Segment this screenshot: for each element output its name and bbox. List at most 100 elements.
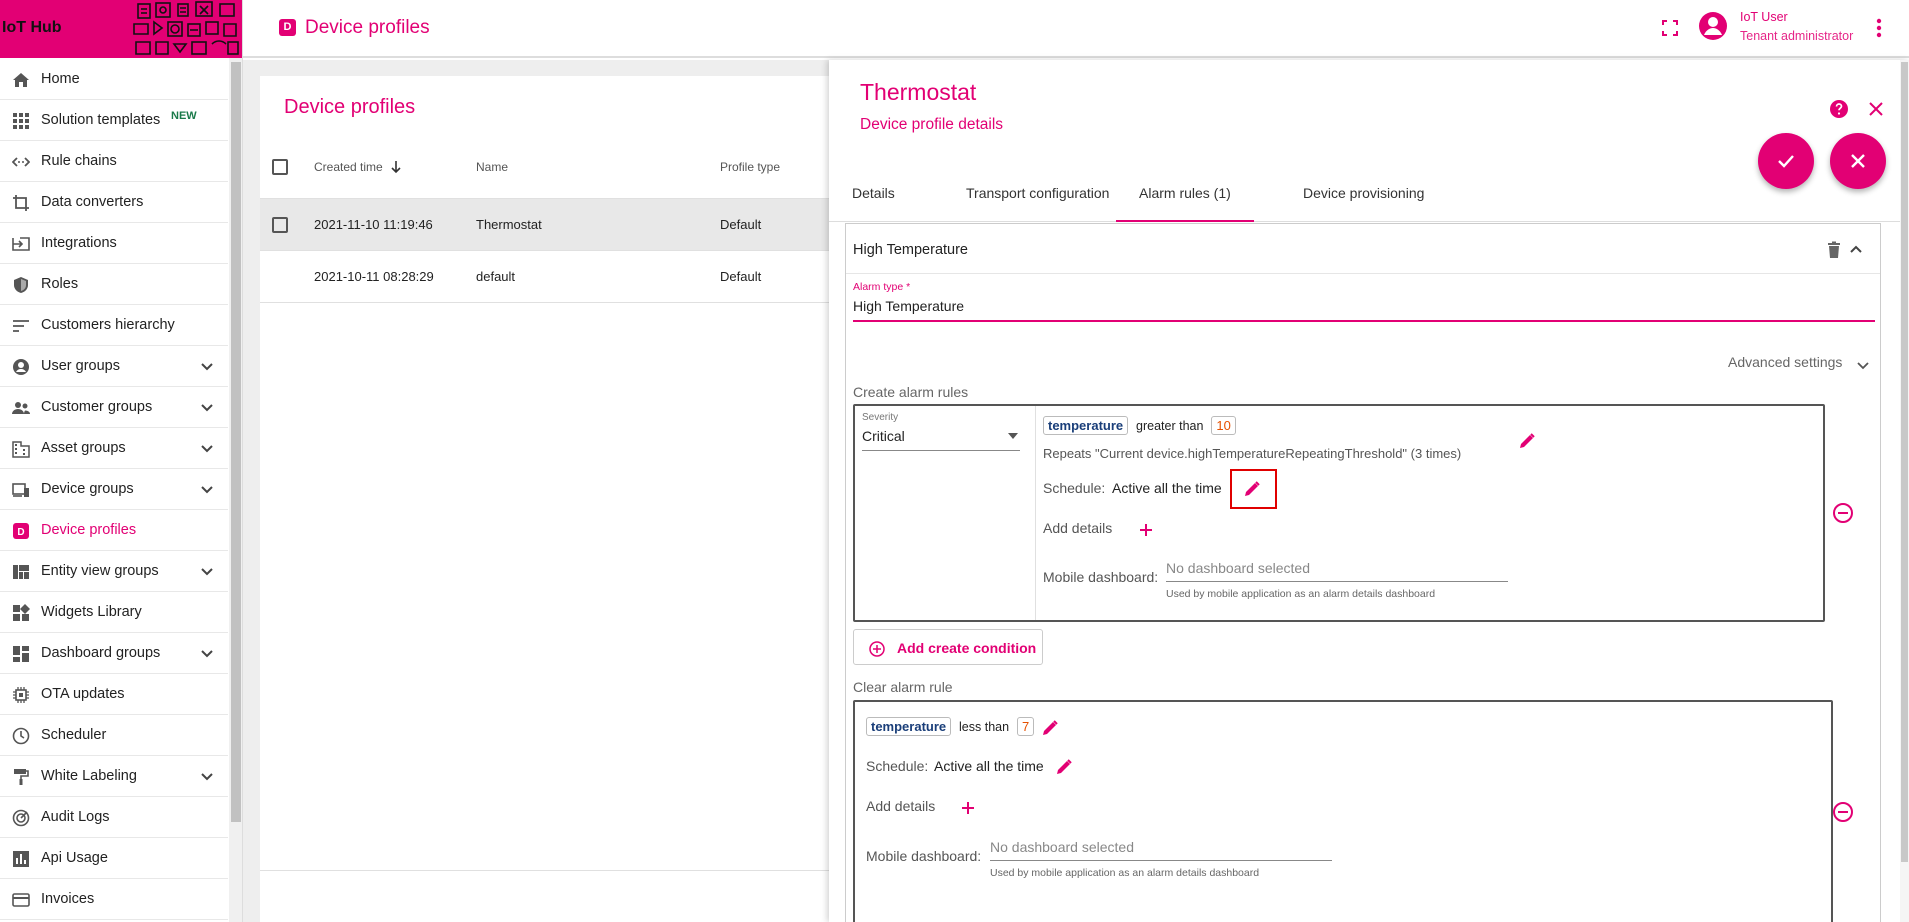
severity-underline bbox=[862, 450, 1020, 451]
alarm-rule-header[interactable]: High Temperature bbox=[846, 224, 1880, 274]
chevron-down-icon[interactable] bbox=[200, 359, 214, 373]
chevron-down-icon[interactable] bbox=[200, 564, 214, 578]
advanced-settings-toggle[interactable]: Advanced settings bbox=[1728, 354, 1842, 370]
mobile-dashboard-hint: Used by mobile application as an alarm d… bbox=[990, 867, 1260, 879]
sidebar-item-data-converters[interactable]: Data converters bbox=[0, 182, 228, 223]
sidebar-item-integrations[interactable]: Integrations bbox=[0, 223, 228, 264]
tab-alarm-rules[interactable]: Alarm rules (1) bbox=[1116, 172, 1254, 222]
select-all-checkbox[interactable] bbox=[272, 159, 288, 175]
sidebar-item-customers-hierarchy[interactable]: Customers hierarchy bbox=[0, 305, 228, 346]
edit-condition-icon[interactable] bbox=[1041, 719, 1059, 737]
fullscreen-icon[interactable] bbox=[1661, 19, 1679, 37]
chevron-down-icon[interactable] bbox=[200, 441, 214, 455]
remove-condition-icon[interactable] bbox=[1832, 502, 1854, 524]
edit-schedule-icon[interactable] bbox=[1243, 480, 1261, 498]
severity-select[interactable]: Critical bbox=[862, 428, 905, 444]
credit-card-icon bbox=[12, 891, 30, 909]
condition-expression: temperature greater than 10 bbox=[1043, 416, 1236, 435]
sidebar-item-label: Roles bbox=[41, 276, 79, 292]
memory-icon bbox=[12, 686, 30, 704]
dropdown-arrow-icon[interactable] bbox=[1008, 433, 1018, 439]
chevron-down-icon[interactable] bbox=[200, 400, 214, 414]
sidebar-item-rule-chains[interactable]: Rule chains bbox=[0, 141, 228, 182]
sidebar-item-label: Invoices bbox=[41, 891, 95, 907]
more-vert-icon[interactable] bbox=[1876, 17, 1882, 39]
chevron-down-icon[interactable] bbox=[200, 646, 214, 660]
sidebar-item-label: Customers hierarchy bbox=[41, 317, 175, 333]
insert-chart-icon bbox=[12, 850, 30, 868]
sidebar-item-audit-logs[interactable]: Audit Logs bbox=[0, 797, 228, 838]
mobile-dashboard-underline bbox=[1166, 581, 1508, 582]
clock-icon bbox=[12, 727, 30, 745]
tab-device-provisioning[interactable]: Device provisioning bbox=[1280, 172, 1447, 222]
add-details-label: Add details bbox=[1043, 520, 1113, 536]
mobile-dashboard-input[interactable]: No dashboard selected bbox=[990, 839, 1134, 855]
tab-transport-configuration[interactable]: Transport configuration bbox=[943, 172, 1132, 222]
column-profile-type[interactable]: Profile type bbox=[720, 160, 780, 174]
panel-scrollbar-thumb[interactable] bbox=[1901, 62, 1908, 862]
table-row[interactable]: 2021-10-11 08:28:29 default Default bbox=[260, 250, 840, 302]
schedule-label: Schedule: bbox=[1043, 480, 1106, 496]
sidebar-item-dashboard-groups[interactable]: Dashboard groups bbox=[0, 633, 228, 674]
sidebar-item-ota-updates[interactable]: OTA updates bbox=[0, 674, 228, 715]
sidebar-item-widgets-library[interactable]: Widgets Library bbox=[0, 592, 228, 633]
edit-schedule-icon[interactable] bbox=[1055, 758, 1073, 776]
sidebar-item-user-groups[interactable]: User groups bbox=[0, 346, 228, 387]
column-label: Created time bbox=[314, 160, 383, 174]
sidebar-item-device-groups[interactable]: Device groups bbox=[0, 469, 228, 510]
sidebar-item-label: Audit Logs bbox=[41, 809, 110, 825]
add-details-icon[interactable] bbox=[1139, 523, 1153, 537]
remove-clear-condition-icon[interactable] bbox=[1832, 801, 1854, 823]
delete-icon[interactable] bbox=[1826, 241, 1842, 259]
device-profiles-list: Device profiles Created time Name Profil… bbox=[260, 76, 840, 922]
table-row[interactable]: 2021-11-10 11:19:46 Thermostat Default bbox=[260, 198, 840, 250]
sidebar-item-scheduler[interactable]: Scheduler bbox=[0, 715, 228, 756]
sidebar-item-customer-groups[interactable]: Customer groups bbox=[0, 387, 228, 428]
mobile-dashboard-hint: Used by mobile application as an alarm d… bbox=[1166, 588, 1436, 600]
sidebar-item-asset-groups[interactable]: Asset groups bbox=[0, 428, 228, 469]
widgets-icon bbox=[12, 604, 30, 622]
column-name[interactable]: Name bbox=[476, 160, 508, 174]
column-created-time[interactable]: Created time bbox=[314, 160, 401, 174]
chevron-down-icon[interactable] bbox=[200, 482, 214, 496]
chevron-up-icon[interactable] bbox=[1848, 241, 1864, 257]
profile-type-cell: Default bbox=[720, 217, 762, 232]
row-checkbox[interactable] bbox=[272, 217, 288, 233]
user-role: Tenant administrator bbox=[1740, 29, 1854, 43]
tab-details[interactable]: Details bbox=[829, 172, 918, 222]
schedule-value: Active all the time bbox=[934, 758, 1044, 774]
sidebar-item-solution-templates[interactable]: Solution templates NEW bbox=[0, 100, 228, 141]
clear-alarm-rule-card: temperature less than 7 Schedule: Active… bbox=[853, 700, 1833, 922]
alarm-type-input[interactable]: High Temperature bbox=[853, 298, 964, 314]
sidebar-item-entity-view-groups[interactable]: Entity view groups bbox=[0, 551, 228, 592]
device-profile-icon: D bbox=[279, 19, 296, 36]
sidebar-scrollbar-thumb[interactable] bbox=[231, 62, 241, 822]
add-details-icon[interactable] bbox=[961, 801, 975, 815]
sidebar-item-label: Data converters bbox=[41, 194, 144, 210]
sidebar-item-white-labeling[interactable]: White Labeling bbox=[0, 756, 228, 797]
edit-condition-icon[interactable] bbox=[1518, 432, 1536, 450]
arrow-down-icon bbox=[391, 161, 401, 174]
chevron-down-icon[interactable] bbox=[1856, 358, 1870, 372]
track-changes-icon bbox=[12, 809, 30, 827]
close-icon[interactable] bbox=[1868, 101, 1884, 117]
domain-icon bbox=[12, 440, 30, 458]
avatar[interactable] bbox=[1698, 11, 1728, 41]
sidebar-item-home[interactable]: Home bbox=[0, 59, 228, 100]
mobile-dashboard-input[interactable]: No dashboard selected bbox=[1166, 560, 1310, 576]
sidebar-item-label: Rule chains bbox=[41, 153, 117, 169]
sidebar-item-device-profiles[interactable]: D Device profiles bbox=[0, 510, 228, 551]
details-panel: Thermostat Device profile details Detail… bbox=[829, 60, 1909, 922]
chevron-down-icon[interactable] bbox=[200, 769, 214, 783]
sidebar-item-roles[interactable]: Roles bbox=[0, 264, 228, 305]
sidebar-item-api-usage[interactable]: Api Usage bbox=[0, 838, 228, 879]
list-title: Device profiles bbox=[284, 96, 416, 118]
add-create-condition-button[interactable]: Add create condition bbox=[853, 629, 1043, 665]
sidebar-item-label: Dashboard groups bbox=[41, 645, 161, 661]
help-icon[interactable] bbox=[1829, 99, 1849, 119]
profile-type-cell: Default bbox=[720, 269, 762, 284]
name-cell: Thermostat bbox=[476, 217, 542, 232]
card-divider bbox=[1035, 406, 1036, 620]
sidebar-item-invoices[interactable]: Invoices bbox=[0, 879, 228, 920]
logo[interactable]: IoT Hub bbox=[0, 0, 242, 58]
